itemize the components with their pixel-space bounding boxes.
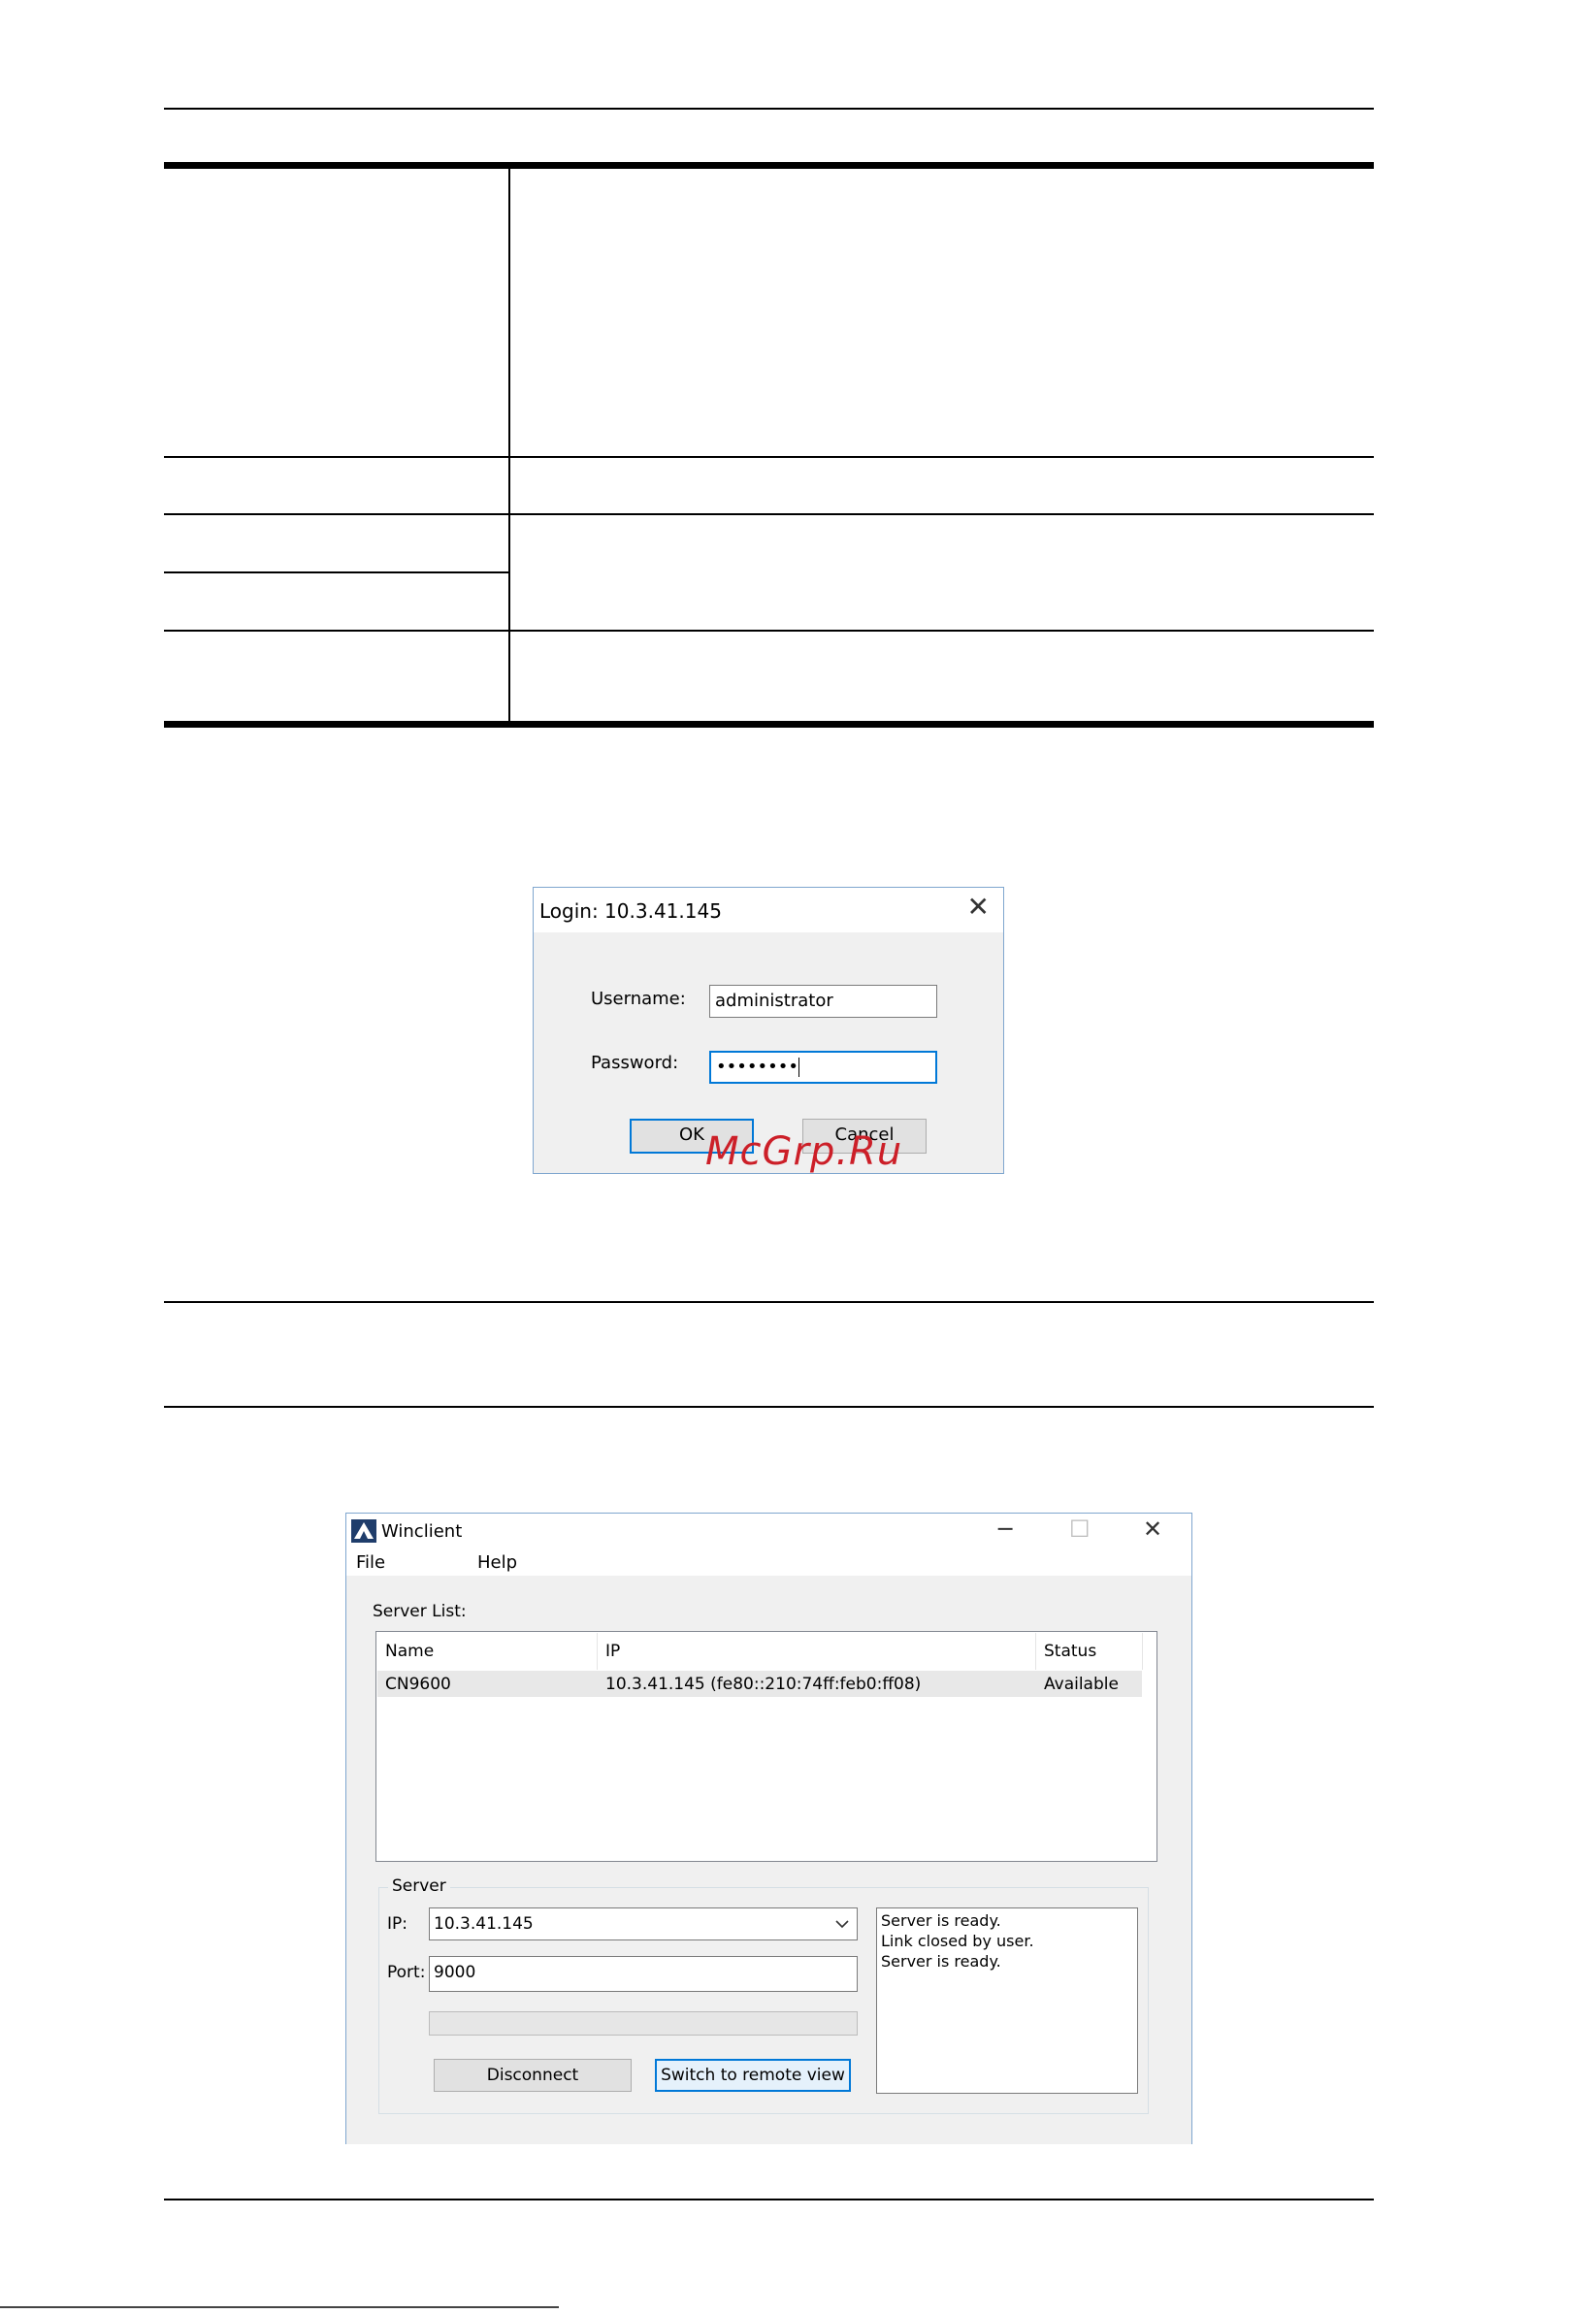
section-rule [164, 1406, 1374, 1408]
watermark: McGrp.Ru [705, 1129, 903, 1174]
port-field[interactable]: 9000 [429, 1956, 858, 1992]
server-group-label: Server [388, 1876, 450, 1896]
table-bottom-border [164, 721, 1374, 728]
text-caret [798, 1058, 799, 1077]
username-field[interactable]: administrator [709, 985, 937, 1018]
disconnect-button[interactable]: Disconnect [434, 2059, 632, 2092]
password-label: Password: [591, 1053, 679, 1073]
table-row-divider [164, 513, 1374, 515]
server-list[interactable]: Name IP Status CN9600 10.3.41.145 (fe80:… [375, 1631, 1157, 1862]
table-row-divider [164, 571, 509, 573]
column-separator [1142, 1633, 1143, 1670]
section-rule [164, 1301, 1374, 1303]
username-label: Username: [591, 989, 686, 1009]
table-row-divider [164, 630, 1374, 632]
connection-progress-bar [429, 2011, 858, 2036]
winclient-title: Winclient [381, 1521, 463, 1542]
cell-ip: 10.3.41.145 (fe80::210:74ff:feb0:ff08) [605, 1675, 922, 1694]
chevron-down-icon [835, 1920, 849, 1929]
header-rule [164, 108, 1374, 110]
page-edge-rule [0, 2306, 559, 2308]
column-separator [1035, 1633, 1036, 1670]
footer-rule [164, 2199, 1374, 2200]
log-line: Server is ready. [881, 1952, 1001, 1971]
cell-status: Available [1044, 1675, 1119, 1694]
menu-bar: File Help [346, 1548, 1191, 1576]
table-column-divider [508, 169, 510, 725]
password-value: •••••••• [716, 1057, 798, 1077]
status-log: Server is ready. Link closed by user. Se… [876, 1907, 1138, 2094]
password-field[interactable]: •••••••• [709, 1051, 937, 1084]
close-icon[interactable]: ✕ [967, 894, 990, 921]
login-dialog-titlebar: Login: 10.3.41.145 ✕ [534, 888, 1003, 932]
table-top-border [164, 162, 1374, 169]
port-label: Port: [387, 1963, 426, 1982]
minimize-icon[interactable]: ─ [998, 1516, 1012, 1543]
menu-file[interactable]: File [356, 1552, 385, 1573]
column-header-name[interactable]: Name [385, 1642, 434, 1661]
maximize-icon[interactable]: ☐ [1069, 1516, 1091, 1543]
winclient-logo-icon [351, 1519, 376, 1543]
login-dialog-title: Login: 10.3.41.145 [539, 899, 722, 923]
menu-help[interactable]: Help [477, 1552, 517, 1573]
ip-value: 10.3.41.145 [434, 1914, 534, 1934]
ip-label: IP: [387, 1914, 407, 1934]
winclient-titlebar: Winclient ─ ☐ ✕ [346, 1514, 1191, 1548]
column-header-ip[interactable]: IP [605, 1642, 620, 1661]
close-icon[interactable]: ✕ [1143, 1516, 1162, 1543]
server-list-label: Server List: [373, 1602, 467, 1621]
switch-to-remote-view-button[interactable]: Switch to remote view [655, 2059, 851, 2092]
ip-select[interactable]: 10.3.41.145 [429, 1907, 858, 1940]
column-header-status[interactable]: Status [1044, 1642, 1096, 1661]
winclient-window: Winclient ─ ☐ ✕ File Help Server List: N… [345, 1513, 1192, 2144]
log-line: Link closed by user. [881, 1932, 1034, 1950]
column-separator [597, 1633, 598, 1670]
log-line: Server is ready. [881, 1911, 1001, 1930]
cell-name: CN9600 [385, 1675, 451, 1694]
table-row-divider [164, 456, 1374, 458]
